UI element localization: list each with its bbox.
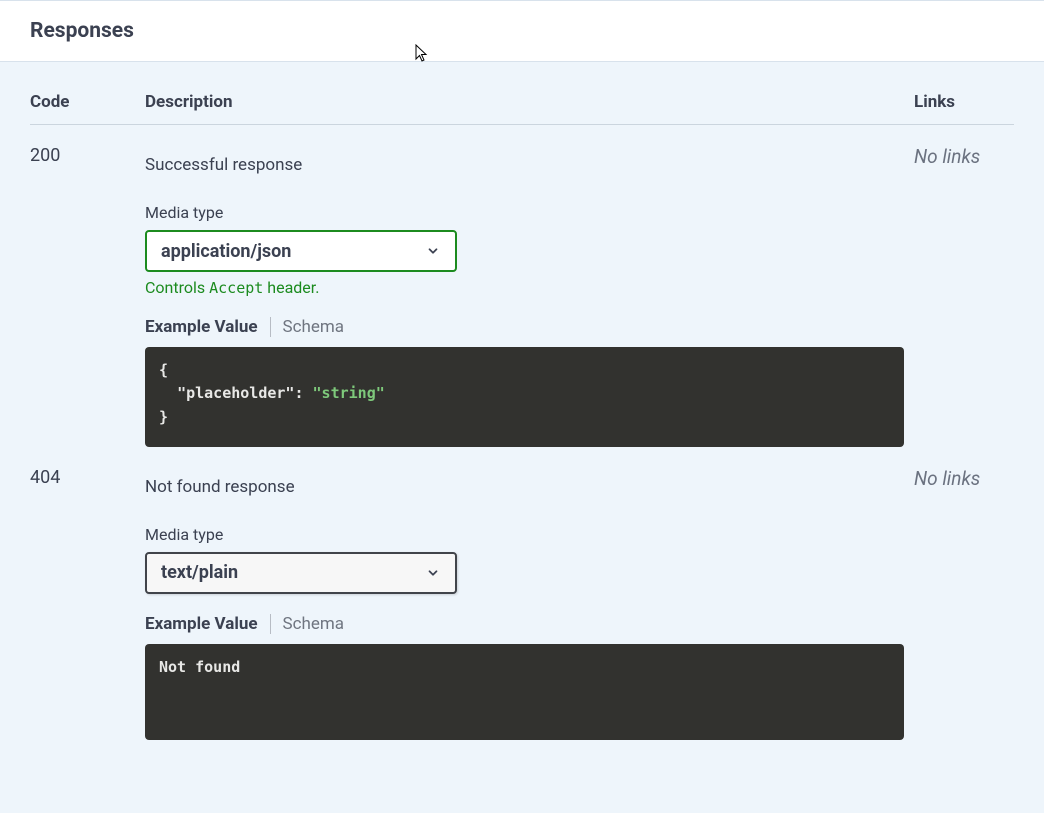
response-row: 404 Not found response Media type text/p…: [30, 467, 1014, 740]
media-type-value: text/plain: [161, 562, 238, 583]
tab-schema[interactable]: Schema: [283, 317, 345, 337]
chevron-down-icon: [425, 243, 441, 259]
tab-separator: [270, 614, 271, 634]
response-description: Successful response: [145, 155, 914, 175]
section-title: Responses: [30, 19, 1014, 43]
media-type-value: application/json: [161, 241, 291, 262]
media-type-label: Media type: [145, 203, 914, 222]
response-links: No links: [914, 145, 980, 168]
example-tabs: Example Value Schema: [145, 317, 914, 337]
responses-content: Code Description Links 200 Successful re…: [0, 62, 1044, 740]
responses-header: Responses: [0, 0, 1044, 62]
media-type-label: Media type: [145, 525, 914, 544]
example-code-block[interactable]: Not found: [145, 644, 904, 740]
tab-separator: [270, 317, 271, 337]
response-row: 200 Successful response Media type appli…: [30, 145, 1014, 447]
tab-schema[interactable]: Schema: [283, 614, 345, 634]
table-header: Code Description Links: [30, 92, 1014, 125]
header-description: Description: [145, 92, 914, 112]
example-code-block[interactable]: { "placeholder": "string" }: [145, 347, 904, 447]
media-type-select[interactable]: application/json: [145, 230, 457, 272]
response-code: 404: [30, 467, 60, 488]
response-links: No links: [914, 467, 980, 490]
header-code: Code: [30, 92, 145, 112]
media-type-select[interactable]: text/plain: [145, 552, 457, 594]
tab-example-value[interactable]: Example Value: [145, 317, 258, 337]
response-code: 200: [30, 145, 60, 166]
header-links: Links: [914, 92, 1014, 112]
chevron-down-icon: [425, 565, 441, 581]
accept-hint: Controls Accept header.: [145, 278, 914, 297]
example-tabs: Example Value Schema: [145, 614, 914, 634]
response-description: Not found response: [145, 477, 914, 497]
tab-example-value[interactable]: Example Value: [145, 614, 258, 634]
